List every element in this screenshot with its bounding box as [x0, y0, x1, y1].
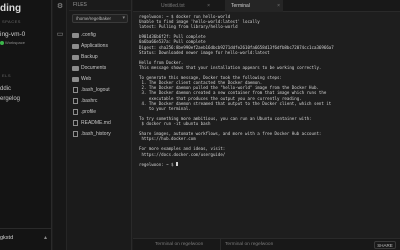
tree-item-label: .config — [81, 32, 96, 38]
terminal-output[interactable]: regelwoon: ~ $ docker run hello-world Una… — [139, 14, 397, 236]
file-icon — [72, 87, 79, 93]
bottom-tab-bar: Terminal on regelwoon Terminal on regelw… — [133, 238, 400, 250]
settings-gear-icon[interactable]: ⚙ — [55, 2, 65, 12]
file-icon — [72, 131, 79, 137]
tree-header: FILES — [69, 0, 131, 11]
file-icon — [72, 120, 79, 126]
tree-item-label: Web — [81, 76, 92, 82]
project-item-0[interactable]: ddic — [0, 86, 11, 92]
file-icon — [72, 98, 79, 104]
folder-icon — [72, 43, 79, 49]
models-section-label: ELS — [2, 73, 12, 78]
tree-item-profile[interactable]: .profile — [72, 108, 130, 117]
user-bar[interactable]: gkstd ▴ — [0, 228, 52, 250]
workspace-badge: Workspace — [0, 40, 25, 45]
tab-bar: Untitled.txt × Terminal × — [133, 0, 400, 12]
share-button[interactable]: SHARE — [374, 241, 396, 249]
file-icon — [72, 109, 79, 115]
folder-icon[interactable]: ▭ — [55, 30, 65, 40]
user-name: gkstd — [0, 235, 14, 241]
tree-item-documents[interactable]: Documents — [72, 64, 130, 73]
tree-item-label: .profile — [81, 109, 97, 115]
tree-item-label: .bash_history — [81, 131, 111, 137]
chevron-down-icon: ▾ — [122, 15, 125, 21]
folder-icon — [72, 65, 79, 71]
tree-item-label: Backup — [81, 54, 98, 60]
tab-untitled[interactable]: Untitled.txt × — [155, 0, 213, 12]
home-directory-select[interactable]: /home/regelbaker ▾ — [72, 14, 128, 23]
app-title: ding — [0, 3, 22, 14]
tree-item-label: .bashrc — [81, 98, 98, 104]
status-dot-icon — [0, 40, 4, 45]
tab-label: Untitled.txt — [161, 3, 185, 9]
tree-item-label: .bash_logout — [81, 87, 110, 93]
chevron-up-icon[interactable]: ▴ — [44, 234, 47, 241]
close-icon[interactable]: × — [207, 0, 210, 12]
bottom-tab-terminal-1[interactable]: Terminal on regelwoon — [155, 239, 203, 250]
cursor-icon — [175, 161, 179, 167]
tree-item-bash-history[interactable]: .bash_history — [72, 130, 130, 139]
tree-item-label: README.md — [81, 120, 111, 126]
tree-item-bash-logout[interactable]: .bash_logout — [72, 86, 130, 95]
tree-header-label: FILES — [73, 2, 87, 8]
folder-icon — [72, 32, 79, 38]
workspace-sidebar: ding SPACES ing-vm-0 Workspace ELS ddic … — [0, 0, 52, 250]
tree-item-backup[interactable]: Backup — [72, 53, 130, 62]
tree-item-web[interactable]: Web — [72, 75, 130, 84]
tab-divider — [220, 239, 221, 250]
project-item-1[interactable]: ergelog — [0, 96, 20, 102]
folder-icon — [72, 76, 79, 82]
workspaces-section-label: SPACES — [2, 19, 21, 24]
bottom-tab-terminal-2[interactable]: Terminal on regelwoon — [225, 239, 273, 250]
tree-item-readme[interactable]: README.md — [72, 119, 130, 128]
explorer-icon-strip: ⚙ ▭ — [53, 0, 67, 250]
terminal-line: regelwoon: ~ $ — [139, 161, 397, 167]
home-directory-value: /home/regelbaker — [76, 16, 112, 21]
tree-item-applications[interactable]: Applications — [72, 42, 130, 51]
file-explorer: ⚙ ▭ FILES /home/regelbaker ▾ .config App… — [53, 0, 132, 250]
tree-item-label: Applications — [81, 43, 108, 49]
workspace-name[interactable]: ing-vm-0 — [0, 31, 25, 38]
workspace-badge-label: Workspace — [5, 40, 25, 45]
tree-item-config[interactable]: .config — [72, 31, 130, 40]
tab-label: Terminal — [231, 3, 250, 9]
tree-item-bashrc[interactable]: .bashrc — [72, 97, 130, 106]
file-tree: FILES /home/regelbaker ▾ .config Applica… — [69, 0, 131, 250]
tab-terminal[interactable]: Terminal × — [225, 0, 283, 12]
close-icon[interactable]: × — [277, 0, 280, 12]
folder-icon — [72, 54, 79, 60]
tree-item-label: Documents — [81, 65, 107, 71]
editor-pane: Untitled.txt × Terminal × regelwoon: ~ $ d… — [133, 0, 400, 250]
